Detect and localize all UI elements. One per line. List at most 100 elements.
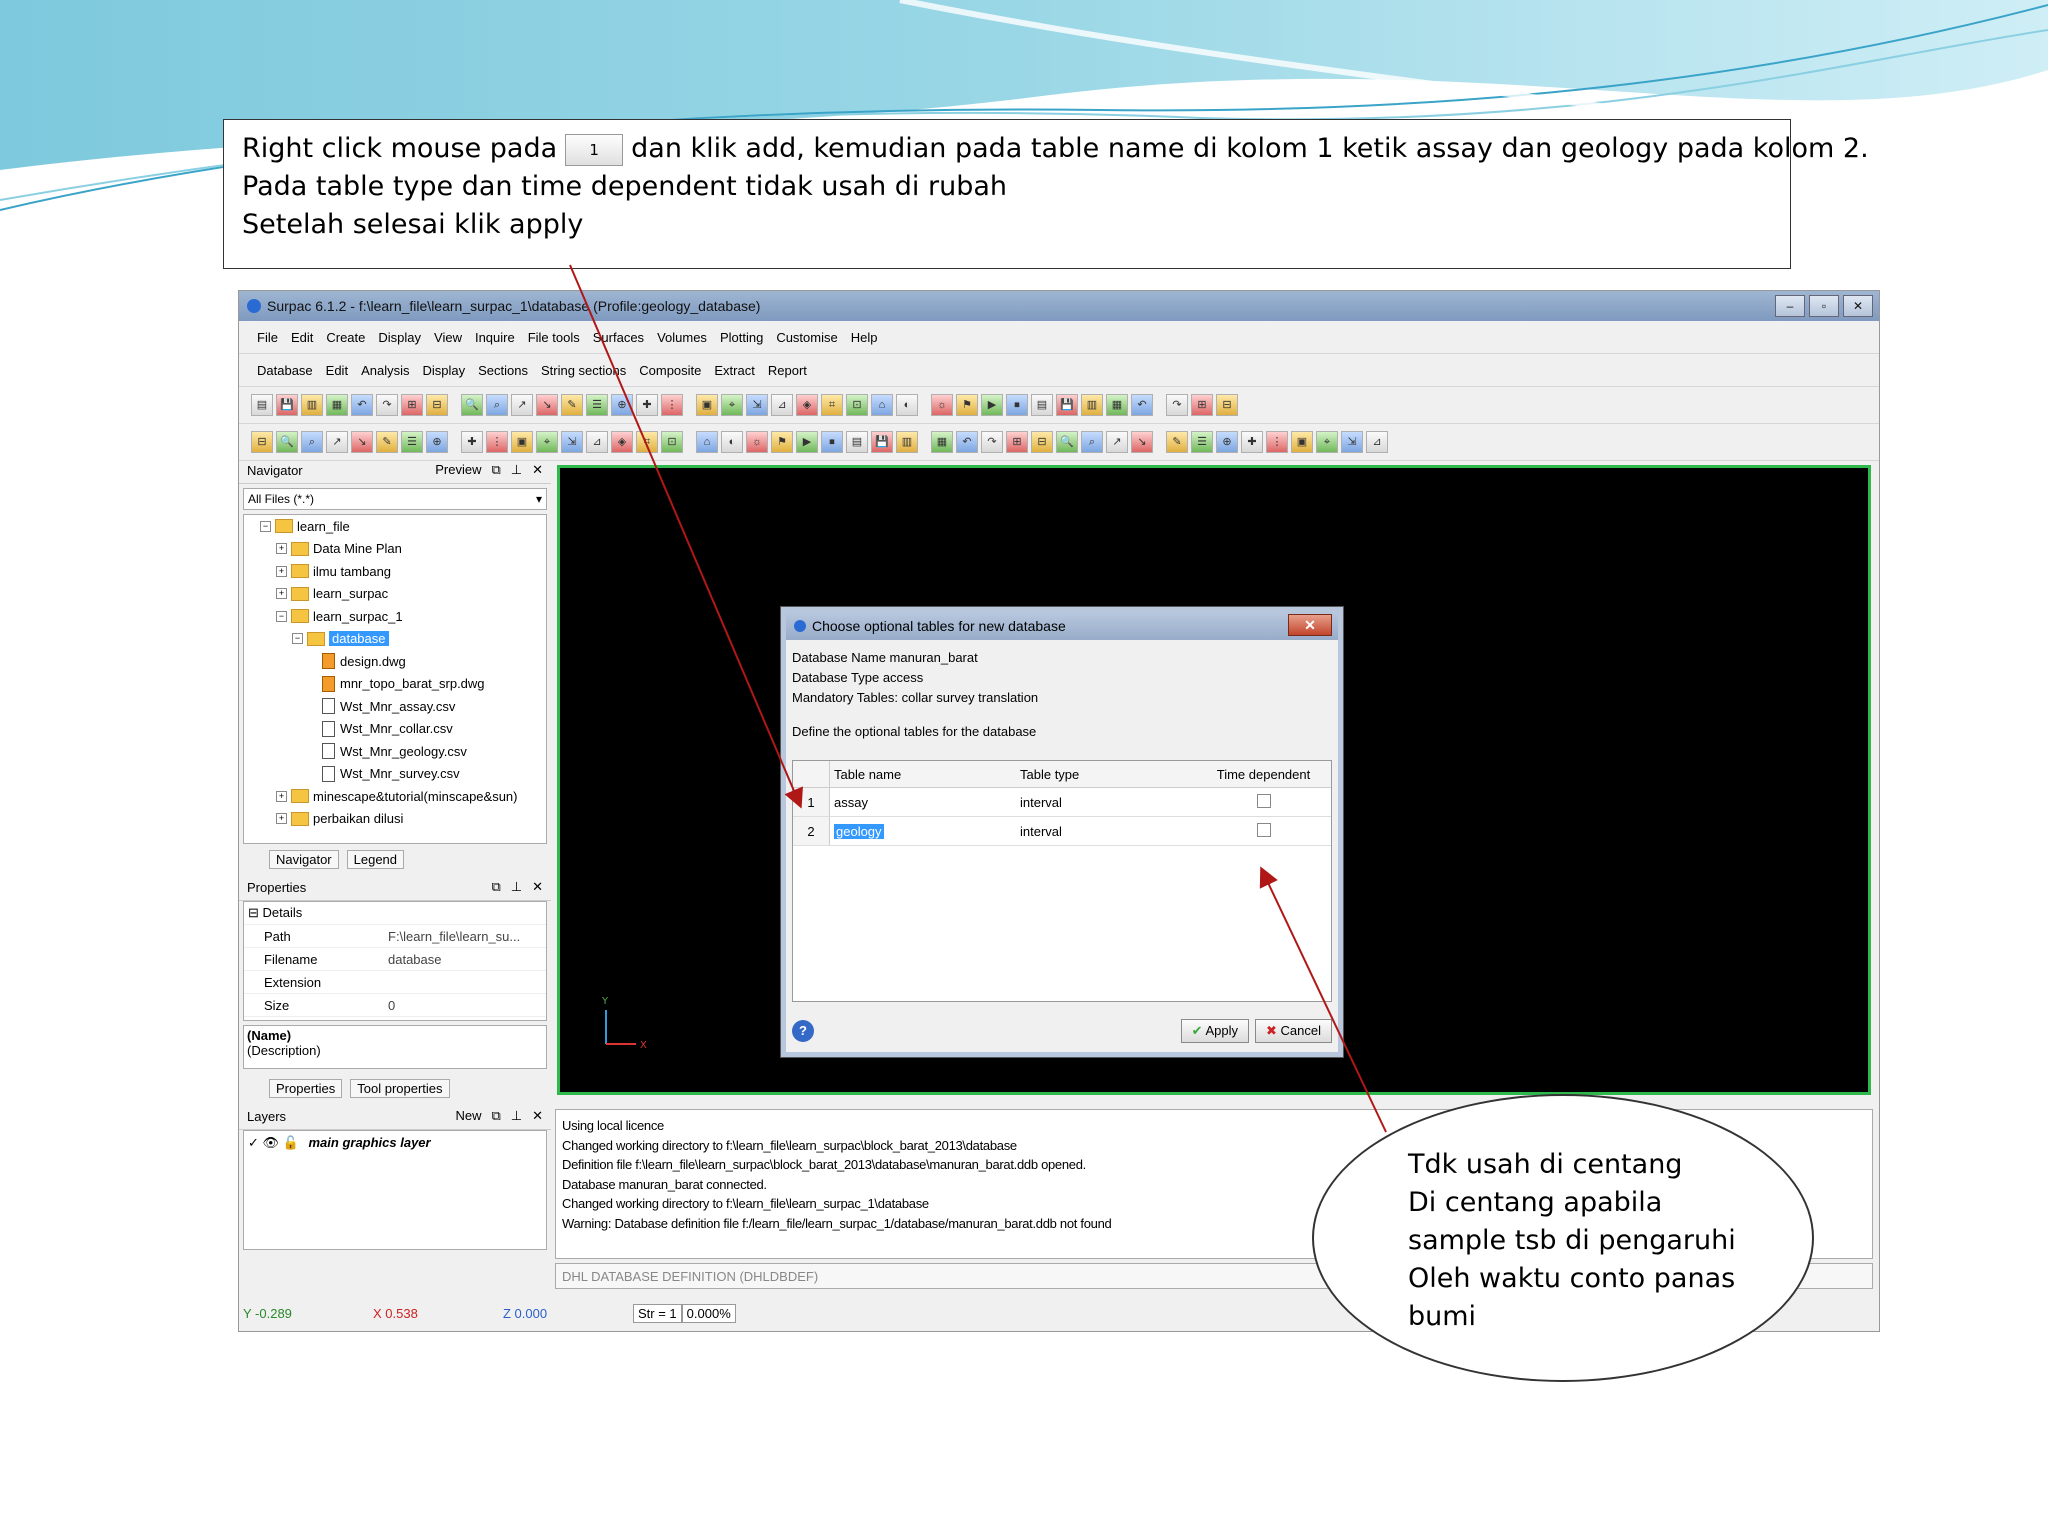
- pin-icon[interactable]: ⊥: [511, 879, 522, 895]
- toolbar-tool-icon[interactable]: ⊟: [1031, 431, 1053, 453]
- expand-icon[interactable]: +: [276, 588, 287, 600]
- close-panel-icon[interactable]: ✕: [532, 879, 543, 895]
- column-table-type[interactable]: Table type: [1016, 767, 1196, 782]
- menu-item-display[interactable]: Display: [422, 363, 465, 378]
- tab-tool-properties[interactable]: Tool properties: [350, 1078, 450, 1098]
- table-name-cell[interactable]: geology: [830, 823, 1016, 839]
- toolbar-tool-icon[interactable]: ☰: [1191, 431, 1213, 453]
- menu-item-file[interactable]: File: [257, 330, 278, 345]
- dialog-close-button[interactable]: ✕: [1288, 614, 1332, 636]
- toolbar-tool-icon[interactable]: ✎: [561, 394, 583, 416]
- toolbar-tool-icon[interactable]: ▤: [846, 431, 868, 453]
- pin-icon[interactable]: ⊥: [511, 462, 522, 478]
- toolbar-tool-icon[interactable]: ▣: [1291, 431, 1313, 453]
- toolbar-tool-icon[interactable]: 🔍: [461, 394, 483, 416]
- tree-node[interactable]: mnr_topo_barat_srp.dwg: [244, 673, 546, 696]
- minimize-button[interactable]: –: [1775, 295, 1805, 317]
- toolbar-tool-icon[interactable]: ⌖: [1316, 431, 1338, 453]
- toolbar-tool-icon[interactable]: ↗: [511, 394, 533, 416]
- details-section[interactable]: ⊟ Details: [244, 902, 546, 925]
- toolbar-tool-icon[interactable]: ◐: [896, 394, 918, 416]
- toolbar-tool-icon[interactable]: ▶: [981, 394, 1003, 416]
- toolbar-tool-icon[interactable]: ✚: [636, 394, 658, 416]
- apply-button[interactable]: ✔ Apply: [1180, 1019, 1249, 1043]
- toolbar-tool-icon[interactable]: ☰: [586, 394, 608, 416]
- toolbar-tool-icon[interactable]: ✎: [376, 431, 398, 453]
- toolbar-tool-icon[interactable]: ⌗: [636, 431, 658, 453]
- file-filter-select[interactable]: All Files (*.*): [243, 488, 547, 510]
- toolbar-tool-icon[interactable]: ⌂: [696, 431, 718, 453]
- toolbar-tool-icon[interactable]: ⋮: [486, 431, 508, 453]
- toolbar-tool-icon[interactable]: 💾: [871, 431, 893, 453]
- menu-item-volumes[interactable]: Volumes: [657, 330, 707, 345]
- toolbar-tool-icon[interactable]: ⚑: [956, 394, 978, 416]
- menu-item-analysis[interactable]: Analysis: [361, 363, 409, 378]
- toolbar-tool-icon[interactable]: ⌂: [871, 394, 893, 416]
- toolbar-tool-icon[interactable]: ⇲: [1341, 431, 1363, 453]
- toolbar-tool-icon[interactable]: ✚: [1241, 431, 1263, 453]
- menu-item-inquire[interactable]: Inquire: [475, 330, 515, 345]
- menu-item-sections[interactable]: Sections: [478, 363, 528, 378]
- lock-icon[interactable]: 🔓: [283, 1135, 299, 1150]
- toolbar-tool-icon[interactable]: ▦: [931, 431, 953, 453]
- toolbar-tool-icon[interactable]: ⊟: [1216, 394, 1238, 416]
- toolbar-tool-icon[interactable]: ☰: [401, 431, 423, 453]
- toolbar-tool-icon[interactable]: ◈: [796, 394, 818, 416]
- close-panel-icon[interactable]: ✕: [532, 1108, 543, 1124]
- property-row[interactable]: Size 0: [244, 994, 546, 1017]
- tab-navigator[interactable]: Navigator: [269, 849, 339, 869]
- toolbar-tool-icon[interactable]: ⌖: [721, 394, 743, 416]
- tree-node[interactable]: − learn_surpac_1: [244, 605, 546, 628]
- table-type-cell[interactable]: interval: [1016, 824, 1196, 839]
- toolbar-tool-icon[interactable]: ↗: [1106, 431, 1128, 453]
- collapse-icon[interactable]: −: [276, 610, 287, 622]
- menu-item-surfaces[interactable]: Surfaces: [593, 330, 644, 345]
- toolbar-tool-icon[interactable]: ▥: [301, 394, 323, 416]
- tree-node[interactable]: Wst_Mnr_collar.csv: [244, 718, 546, 741]
- toolbar-tool-icon[interactable]: ↘: [351, 431, 373, 453]
- menu-item-plotting[interactable]: Plotting: [720, 330, 763, 345]
- tree-node[interactable]: + perbaikan dilusi: [244, 808, 546, 831]
- menu-item-database[interactable]: Database: [257, 363, 313, 378]
- table-type-cell[interactable]: interval: [1016, 795, 1196, 810]
- tree-node[interactable]: + minescape&tutorial(minscape&sun): [244, 785, 546, 808]
- menu-item-file-tools[interactable]: File tools: [528, 330, 580, 345]
- toolbar-tool-icon[interactable]: ✚: [461, 431, 483, 453]
- check-icon[interactable]: ✓: [248, 1135, 259, 1150]
- toolbar-tool-icon[interactable]: ⇲: [746, 394, 768, 416]
- toolbar-tool-icon[interactable]: ↷: [376, 394, 398, 416]
- expand-icon[interactable]: +: [276, 543, 287, 555]
- menu-item-edit[interactable]: Edit: [291, 330, 313, 345]
- toolbar-tool-icon[interactable]: ▣: [511, 431, 533, 453]
- toolbar-tool-icon[interactable]: ◈: [611, 431, 633, 453]
- expand-icon[interactable]: +: [276, 813, 287, 825]
- close-panel-icon[interactable]: ✕: [532, 462, 543, 478]
- float-icon[interactable]: ⧉: [491, 879, 500, 895]
- toolbar-tool-icon[interactable]: ⊕: [611, 394, 633, 416]
- toolbar-tool-icon[interactable]: ⊞: [401, 394, 423, 416]
- toolbar-tool-icon[interactable]: ⋮: [661, 394, 683, 416]
- row-header-button[interactable]: 1: [793, 788, 830, 816]
- toolbar-tool-icon[interactable]: ▦: [1106, 394, 1128, 416]
- toolbar-tool-icon[interactable]: ⚑: [771, 431, 793, 453]
- menu-item-view[interactable]: View: [434, 330, 462, 345]
- property-row[interactable]: Extension: [244, 971, 546, 994]
- toolbar-tool-icon[interactable]: ✎: [1166, 431, 1188, 453]
- toolbar-tool-icon[interactable]: ▤: [251, 394, 273, 416]
- cancel-button[interactable]: ✖ Cancel: [1255, 1019, 1332, 1043]
- column-time-dependent[interactable]: Time dependent: [1196, 767, 1331, 782]
- toolbar-tool-icon[interactable]: ⊕: [1216, 431, 1238, 453]
- toolbar-tool-icon[interactable]: ⋮: [1266, 431, 1288, 453]
- row-header-button[interactable]: 2: [793, 817, 830, 845]
- tab-legend[interactable]: Legend: [346, 849, 405, 869]
- toolbar-tool-icon[interactable]: 💾: [1056, 394, 1078, 416]
- pin-icon[interactable]: ⊥: [511, 1108, 522, 1124]
- time-dependent-checkbox[interactable]: [1256, 822, 1271, 837]
- menu-item-string-sections[interactable]: String sections: [541, 363, 626, 378]
- collapse-icon[interactable]: −: [292, 633, 303, 645]
- toolbar-tool-icon[interactable]: ▣: [696, 394, 718, 416]
- tree-node[interactable]: − learn_file: [244, 515, 546, 538]
- toolbar-tool-icon[interactable]: ⌕: [301, 431, 323, 453]
- toolbar-tool-icon[interactable]: ⊕: [426, 431, 448, 453]
- toolbar-tool-icon[interactable]: ☼: [746, 431, 768, 453]
